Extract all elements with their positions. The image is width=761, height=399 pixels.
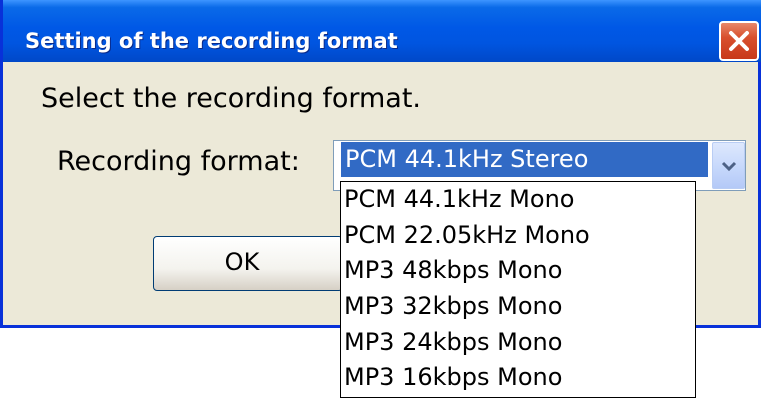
- dropdown-arrow-button[interactable]: [712, 142, 745, 189]
- close-icon: [729, 31, 749, 51]
- format-option-mp3-48-mono[interactable]: MP3 48kbps Mono: [341, 253, 695, 289]
- chevron-down-icon: [721, 161, 737, 172]
- close-button[interactable]: [719, 21, 759, 61]
- title-bar[interactable]: Setting of the recording format: [3, 0, 761, 62]
- selected-format-value[interactable]: PCM 44.1kHz Stereo: [341, 142, 708, 177]
- format-option-mp3-16-mono[interactable]: MP3 16kbps Mono: [341, 360, 695, 396]
- format-option-pcm-22-mono[interactable]: PCM 22.05kHz Mono: [341, 218, 695, 254]
- format-option-pcm-44-mono[interactable]: PCM 44.1kHz Mono: [341, 182, 695, 218]
- format-option-mp3-32-mono[interactable]: MP3 32kbps Mono: [341, 289, 695, 325]
- recording-format-label: Recording format:: [57, 146, 300, 177]
- format-options-list: PCM 44.1kHz Mono PCM 22.05kHz Mono MP3 4…: [340, 181, 696, 398]
- window-title: Setting of the recording format: [25, 29, 398, 53]
- ok-button[interactable]: OK: [153, 236, 343, 291]
- instruction-text: Select the recording format.: [41, 83, 422, 114]
- format-option-mp3-24-mono[interactable]: MP3 24kbps Mono: [341, 325, 695, 361]
